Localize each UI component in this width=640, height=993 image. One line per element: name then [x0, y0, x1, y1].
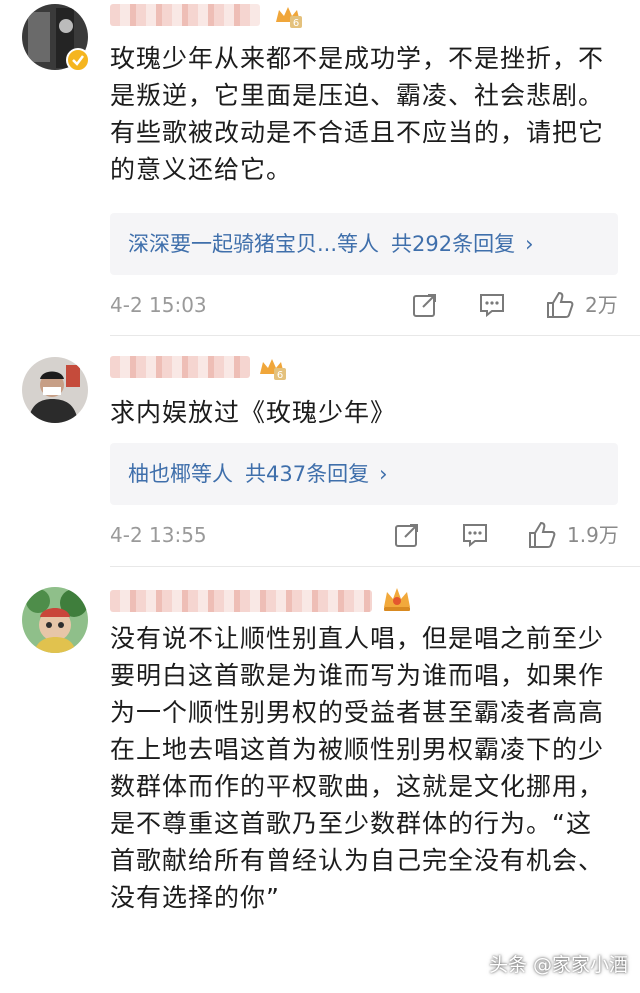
reply-names[interactable]: 深深要一起骑猪宝贝...等人 [128, 232, 379, 256]
comment-text: 没有说不让顺性别直人唱，但是唱之前至少要明白这首歌是为谁而写为谁而唱，如果作为一… [110, 624, 605, 912]
share-icon[interactable] [411, 291, 439, 319]
comment-text: 求内娱放过《玫瑰少年》 [110, 398, 397, 427]
divider [110, 566, 640, 567]
reply-names[interactable]: 柚也椰等人 [128, 462, 233, 486]
like-count: 1.9万 [567, 523, 619, 547]
comment-icon[interactable] [478, 292, 506, 318]
comment-icon[interactable] [461, 522, 489, 548]
crown-badge-icon [384, 588, 410, 611]
reply-count[interactable]: 共437条回复 [245, 462, 369, 486]
username-blurred[interactable] [110, 590, 372, 612]
share-icon[interactable] [393, 521, 421, 549]
chevron-right-icon: › [379, 462, 388, 486]
reply-count[interactable]: 共292条回复 [391, 232, 515, 256]
reply-summary[interactable]: 深深要一起骑猪宝贝...等人 共292条回复 › [110, 213, 618, 275]
like-count: 2万 [585, 293, 618, 317]
username-blurred[interactable] [110, 4, 260, 26]
avatar[interactable] [22, 587, 88, 653]
chevron-right-icon: › [525, 232, 534, 256]
comment-text: 玫瑰少年从来都不是成功学，不是挫折，不是叛逆，它里面是压迫、霸凌、社会悲剧。有些… [110, 44, 605, 184]
reply-summary[interactable]: 柚也椰等人 共437条回复 › [110, 443, 618, 505]
watermark: 头条 @家家小酒 [488, 954, 628, 976]
level-badge-icon: 6 [260, 359, 286, 380]
like-icon[interactable] [527, 520, 557, 550]
verified-icon [66, 48, 90, 72]
username-blurred[interactable] [110, 356, 250, 378]
divider [110, 335, 640, 336]
svg-text:6: 6 [293, 18, 299, 28]
avatar[interactable] [22, 357, 88, 423]
svg-text:6: 6 [277, 370, 283, 380]
like-icon[interactable] [545, 290, 575, 320]
level-badge-icon: 6 [276, 7, 302, 28]
timestamp: 4-2 15:03 [110, 293, 207, 317]
timestamp: 4-2 13:55 [110, 523, 207, 547]
